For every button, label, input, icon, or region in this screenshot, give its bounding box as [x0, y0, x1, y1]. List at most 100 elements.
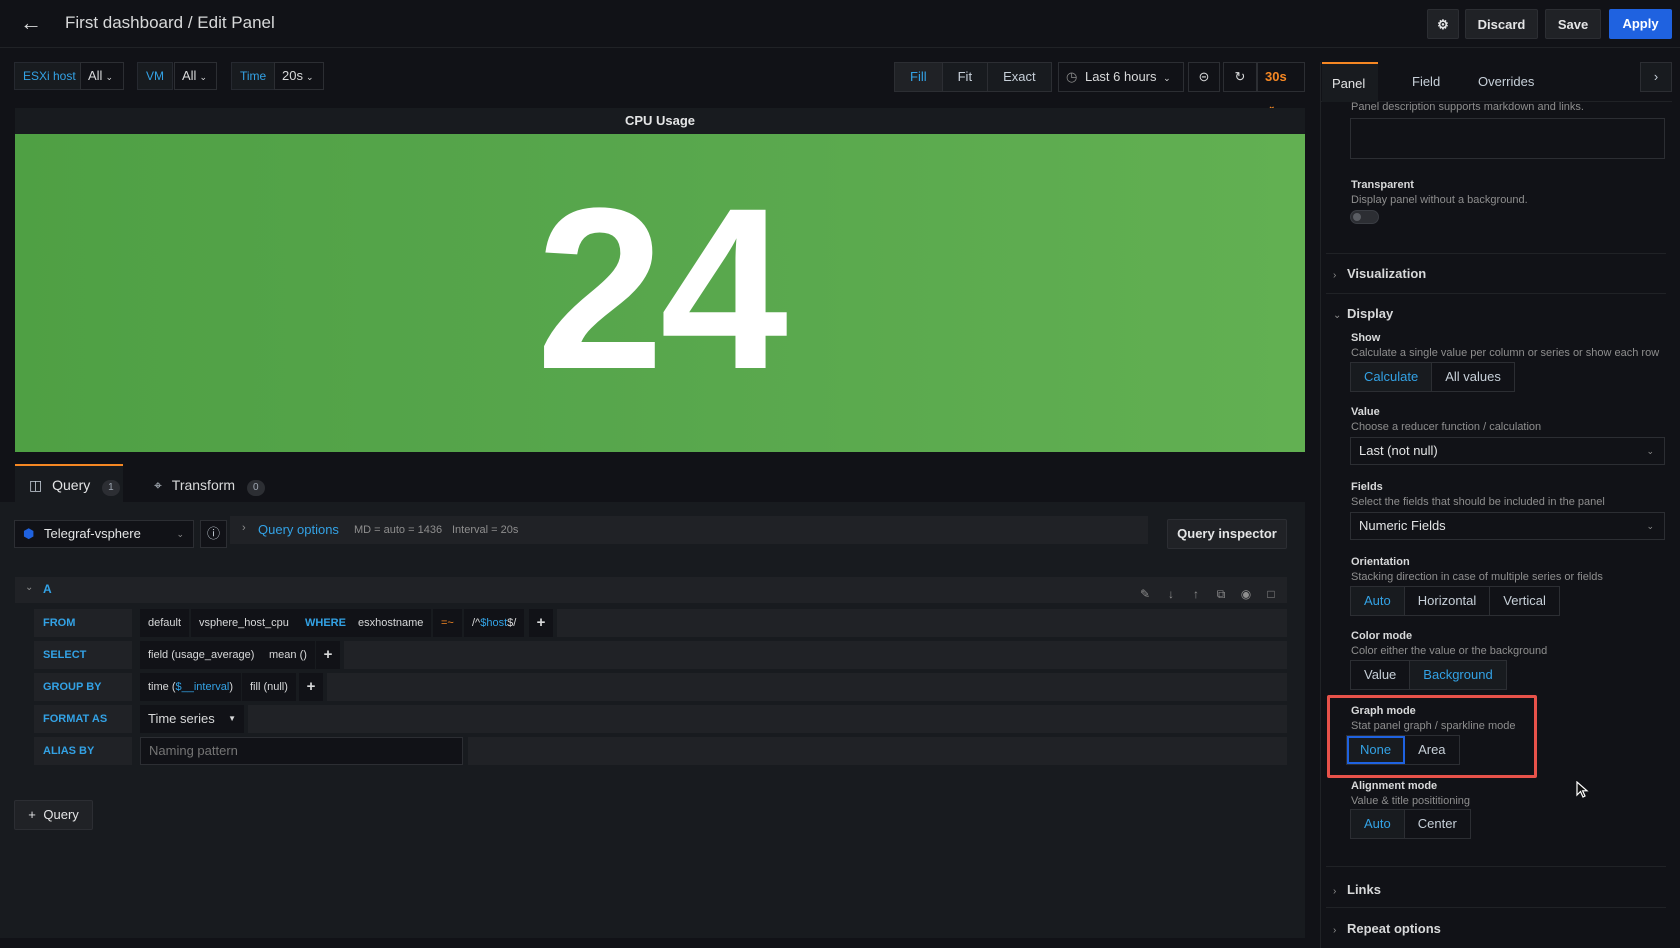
add-where-plus-icon[interactable]: +	[529, 609, 553, 637]
alignment-mode-option-center[interactable]: Center	[1405, 810, 1470, 838]
alias-by-keyword: ALIAS BY	[34, 737, 132, 765]
plus-icon: +	[28, 807, 36, 822]
tab-overrides[interactable]: Overrides	[1468, 62, 1544, 102]
fields-select[interactable]: Numeric Fields ⌄	[1350, 512, 1665, 540]
section-visualization[interactable]: › Visualization	[1333, 266, 1426, 281]
section-links-label: Links	[1347, 882, 1381, 897]
trash-icon[interactable]: □	[1263, 586, 1279, 602]
refresh-interval-picker[interactable]: 30s⌄	[1257, 62, 1305, 111]
format-as-select[interactable]: Time series ▼	[140, 705, 244, 733]
add-query-button[interactable]: + Query	[14, 800, 93, 830]
query-ref-id[interactable]: A	[43, 582, 52, 596]
move-up-icon[interactable]: ↑	[1188, 586, 1204, 602]
query-options-toggle[interactable]: Query options	[258, 522, 339, 537]
color-mode-label: Color mode	[1351, 630, 1413, 642]
select-keyword: SELECT	[34, 641, 132, 669]
section-links[interactable]: › Links	[1333, 882, 1381, 897]
move-down-icon[interactable]: ↓	[1163, 586, 1179, 602]
alignment-mode-option-auto[interactable]: Auto	[1351, 810, 1405, 838]
discard-button[interactable]: Discard	[1465, 9, 1538, 39]
datasource-picker[interactable]: ⬢ Telegraf-vsphere ⌄	[14, 520, 194, 548]
add-select-plus-icon[interactable]: +	[316, 641, 340, 669]
alias-by-row-filler	[468, 737, 1287, 765]
panel-title[interactable]: CPU Usage	[15, 108, 1305, 134]
section-display[interactable]: ⌄ Display	[1333, 306, 1393, 321]
variable-select-esxi-host[interactable]: All ⌄	[80, 62, 124, 90]
alias-by-input[interactable]	[140, 737, 463, 765]
mouse-cursor-icon	[1576, 781, 1589, 798]
view-mode-fill[interactable]: Fill	[895, 63, 943, 91]
divider	[1326, 293, 1666, 294]
format-as-keyword: FORMAT AS	[34, 705, 132, 733]
alignment-mode-options: Auto Center	[1350, 809, 1471, 839]
refresh-interval-label: 30s	[1265, 69, 1287, 84]
where-value-prefix: /^	[472, 617, 481, 629]
eye-icon[interactable]: ◉	[1238, 586, 1254, 602]
group-by-fill[interactable]: fill (null)	[242, 673, 296, 701]
time-range-picker[interactable]: ◷ Last 6 hours ⌄	[1058, 62, 1184, 92]
query-row-header: ⌄ A	[15, 577, 1287, 603]
show-option-all-values[interactable]: All values	[1432, 363, 1514, 391]
format-as-value: Time series	[148, 711, 215, 726]
orientation-option-vertical[interactable]: Vertical	[1490, 587, 1559, 615]
where-operator[interactable]: =~	[433, 609, 462, 637]
clock-icon: ◷	[1066, 69, 1078, 84]
view-mode-exact[interactable]: Exact	[988, 63, 1051, 91]
orientation-option-auto[interactable]: Auto	[1351, 587, 1405, 615]
chevron-down-icon: ⌄	[105, 71, 113, 82]
color-mode-option-value[interactable]: Value	[1351, 661, 1411, 689]
orientation-label: Orientation	[1351, 556, 1410, 568]
transparent-toggle[interactable]	[1350, 210, 1379, 224]
format-as-row-filler	[248, 705, 1287, 733]
gear-icon[interactable]: ⚙	[1427, 9, 1459, 39]
color-mode-option-background[interactable]: Background	[1410, 661, 1506, 689]
edit-pencil-icon[interactable]: ✎	[1137, 586, 1153, 602]
group-by-time[interactable]: time ($__interval)	[140, 673, 241, 701]
variable-select-time[interactable]: 20s ⌄	[274, 62, 324, 90]
group-by-keyword: GROUP BY	[34, 673, 132, 701]
chevron-right-icon: ›	[1333, 925, 1337, 936]
from-policy[interactable]: default	[140, 609, 190, 637]
back-arrow-icon[interactable]: ←	[18, 12, 44, 36]
chevron-right-icon[interactable]: ›	[1640, 62, 1672, 92]
page-title: First dashboard / Edit Panel	[65, 13, 275, 32]
where-tag[interactable]: esxhostname	[350, 609, 432, 637]
tab-transform-count: 0	[246, 480, 265, 496]
color-mode-options: Value Background	[1350, 660, 1507, 690]
chevron-down-icon: ⌄	[305, 71, 314, 82]
help-icon[interactable]: ⓘ	[200, 520, 227, 548]
view-mode-fit[interactable]: Fit	[943, 63, 989, 91]
description-textarea[interactable]	[1350, 118, 1665, 159]
variable-label-vm: VM	[137, 62, 173, 90]
section-repeat-options[interactable]: › Repeat options	[1333, 921, 1441, 936]
value-label: Value	[1351, 406, 1380, 418]
tab-transform[interactable]: ⌖ Transform 0	[140, 466, 270, 504]
from-measurement[interactable]: vsphere_host_cpu	[191, 609, 297, 637]
tab-query[interactable]: ◫ Query 1	[15, 464, 123, 502]
add-group-by-plus-icon[interactable]: +	[299, 673, 323, 701]
alignment-mode-label: Alignment mode	[1351, 780, 1438, 792]
section-repeat-label: Repeat options	[1347, 921, 1441, 936]
variable-select-vm[interactable]: All ⌄	[174, 62, 217, 90]
save-button[interactable]: Save	[1545, 9, 1601, 39]
tab-field[interactable]: Field	[1402, 62, 1450, 102]
apply-button[interactable]: Apply	[1609, 9, 1672, 39]
show-options: Calculate All values	[1350, 362, 1515, 392]
database-icon: ◫	[29, 477, 43, 493]
show-option-calculate[interactable]: Calculate	[1351, 363, 1433, 391]
collapse-chevron-icon[interactable]: ⌄	[25, 582, 33, 593]
duplicate-icon[interactable]: ⧉	[1213, 586, 1229, 602]
tab-panel[interactable]: Panel	[1322, 62, 1378, 102]
chevron-down-icon: ⌄	[1163, 72, 1171, 83]
panel-preview: CPU Usage 24	[15, 108, 1305, 452]
orientation-option-horizontal[interactable]: Horizontal	[1405, 587, 1491, 615]
value-select[interactable]: Last (not null) ⌄	[1350, 437, 1665, 465]
select-function[interactable]: mean ()	[261, 641, 315, 669]
where-value[interactable]: /^$host$/	[464, 609, 525, 637]
variable-value: All	[182, 68, 197, 83]
zoom-out-icon[interactable]: ⊝	[1188, 62, 1220, 92]
query-inspector-button[interactable]: Query inspector	[1167, 519, 1287, 549]
select-field[interactable]: field (usage_average)	[140, 641, 263, 669]
group-by-time-prefix: time (	[148, 681, 176, 693]
refresh-icon[interactable]: ↻	[1223, 62, 1257, 92]
